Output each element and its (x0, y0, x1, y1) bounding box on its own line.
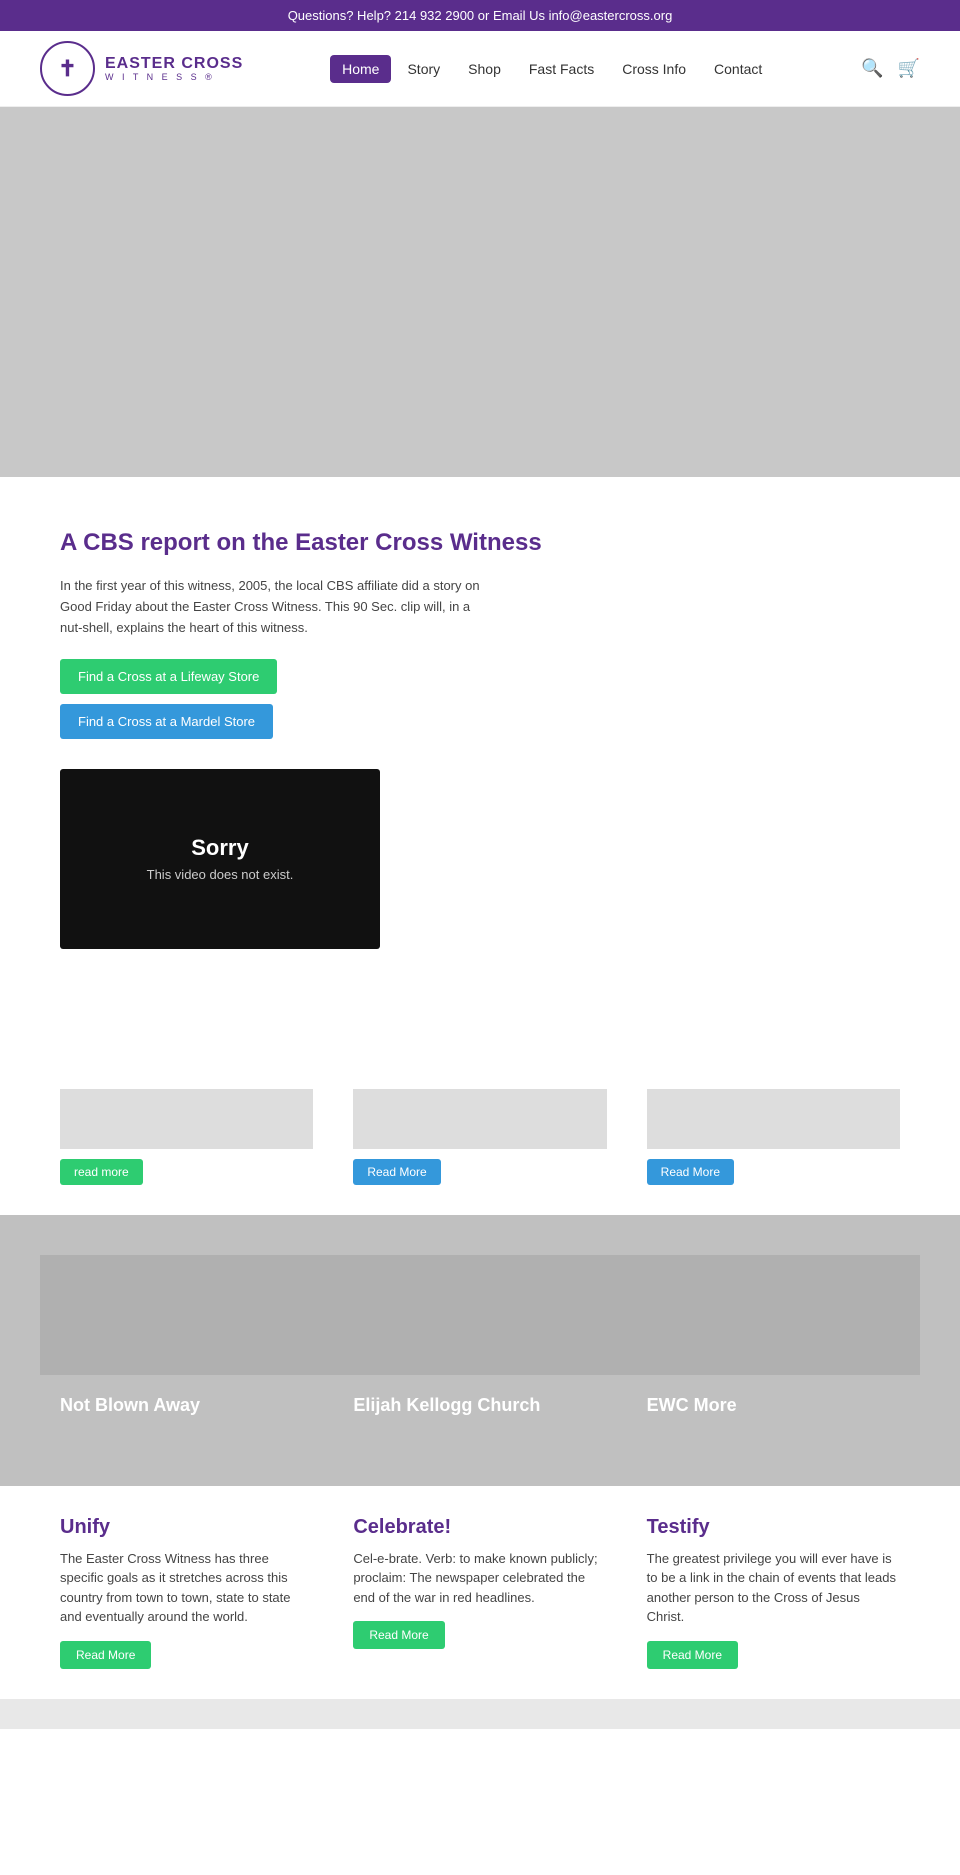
logo-area: ✝ EASTER CROSS W I T N E S S ® (40, 41, 243, 96)
gray-image-area (40, 1255, 920, 1375)
video-player: Sorry This video does not exist. (60, 769, 380, 949)
top-bar-text: Questions? Help? 214 932 2900 or Email U… (288, 8, 673, 23)
video-sorry-text: Sorry (191, 835, 248, 861)
search-icon[interactable]: 🔍 (861, 58, 883, 79)
top-bar: Questions? Help? 214 932 2900 or Email U… (0, 0, 960, 31)
mardel-button[interactable]: Find a Cross at a Mardel Store (60, 704, 273, 739)
nav-fast-facts[interactable]: Fast Facts (517, 55, 606, 83)
card-item-2: Read More (333, 1089, 626, 1185)
cart-icon[interactable]: 🛒 (898, 58, 920, 79)
brand-sub: W I T N E S S ® (105, 72, 243, 82)
nav-home[interactable]: Home (330, 55, 391, 83)
nav-story[interactable]: Story (395, 55, 452, 83)
section-title: A CBS report on the Easter Cross Witness (60, 527, 900, 558)
logo-text: EASTER CROSS W I T N E S S ® (105, 55, 243, 83)
bottom-card-text-2: Cel-e-brate. Verb: to make known publicl… (353, 1549, 606, 1608)
bottom-card-testify: Testify The greatest privilege you will … (627, 1516, 920, 1669)
lifeway-button[interactable]: Find a Cross at a Lifeway Store (60, 659, 277, 694)
bottom-card-btn-1[interactable]: Read More (60, 1641, 151, 1669)
bottom-card-title-2: Celebrate! (353, 1516, 606, 1539)
card-item-3: Read More (627, 1089, 920, 1185)
bottom-card-title-3: Testify (647, 1516, 900, 1539)
bottom-card-text-3: The greatest privilege you will ever hav… (647, 1549, 900, 1627)
nav-contact[interactable]: Contact (702, 55, 774, 83)
gray-title-3: EWC More (627, 1395, 920, 1416)
bottom-cards: Unify The Easter Cross Witness has three… (0, 1486, 960, 1699)
gray-title-1: Not Blown Away (40, 1395, 333, 1416)
bottom-card-title-1: Unify (60, 1516, 313, 1539)
logo-icon: ✝ (40, 41, 95, 96)
readmore-button-1[interactable]: read more (60, 1159, 143, 1185)
main-content: A CBS report on the Easter Cross Witness… (0, 477, 960, 989)
brand-name: EASTER CROSS (105, 55, 243, 73)
cards-row: read more Read More Read More (0, 1089, 960, 1215)
card-image-3 (647, 1089, 900, 1149)
cards-spacer (0, 989, 960, 1089)
hero-image (0, 107, 960, 477)
cross-icon: ✝ (58, 58, 76, 80)
bottom-card-btn-2[interactable]: Read More (353, 1621, 444, 1649)
gray-title-2: Elijah Kellogg Church (333, 1395, 626, 1416)
bottom-card-text-1: The Easter Cross Witness has three speci… (60, 1549, 313, 1627)
footer (0, 1699, 960, 1729)
card-item-1: read more (40, 1089, 333, 1185)
nav-cross-info[interactable]: Cross Info (610, 55, 698, 83)
bottom-card-btn-3[interactable]: Read More (647, 1641, 738, 1669)
bottom-card-unify: Unify The Easter Cross Witness has three… (40, 1516, 333, 1669)
readmore-button-2[interactable]: Read More (353, 1159, 440, 1185)
gray-section: Not Blown Away Elijah Kellogg Church EWC… (0, 1215, 960, 1486)
nav-shop[interactable]: Shop (456, 55, 513, 83)
header: ✝ EASTER CROSS W I T N E S S ® Home Stor… (0, 31, 960, 107)
card-image-1 (60, 1089, 313, 1149)
card-image-2 (353, 1089, 606, 1149)
header-icons: 🔍 🛒 (861, 58, 920, 79)
section-text: In the first year of this witness, 2005,… (60, 576, 480, 638)
bottom-card-celebrate: Celebrate! Cel-e-brate. Verb: to make kn… (333, 1516, 626, 1669)
readmore-button-3[interactable]: Read More (647, 1159, 734, 1185)
main-nav: Home Story Shop Fast Facts Cross Info Co… (330, 55, 774, 83)
video-error-msg: This video does not exist. (147, 867, 294, 882)
gray-titles: Not Blown Away Elijah Kellogg Church EWC… (40, 1395, 920, 1446)
